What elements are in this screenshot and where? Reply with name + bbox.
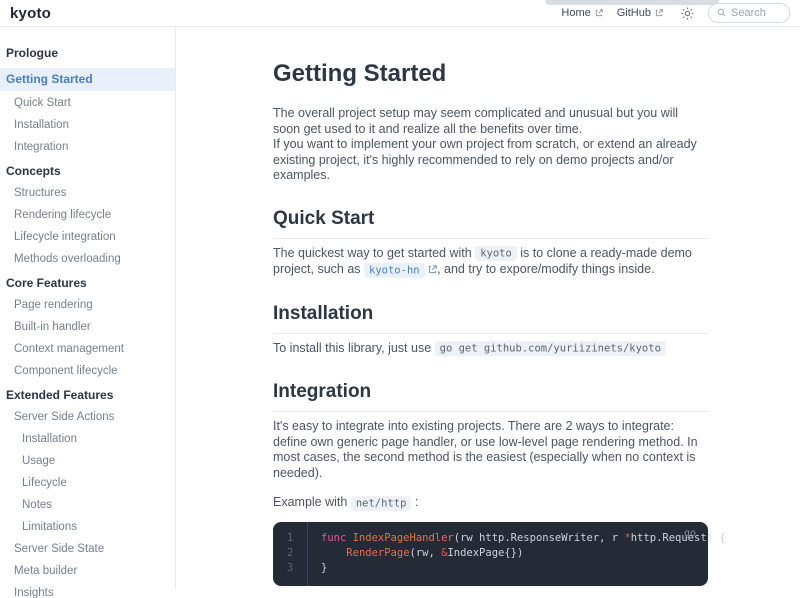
code-line: 2 RenderPage(rw, &IndexPage{}) [273, 546, 708, 561]
example-label: Example with net/http : [273, 495, 708, 512]
external-link-icon [595, 9, 603, 17]
nav-link-github-label: GitHub [617, 7, 651, 19]
line-number: 3 [273, 561, 307, 576]
sidebar-item[interactable]: Getting Started [0, 68, 175, 91]
inline-code: net/http [351, 496, 412, 511]
sidebar-item[interactable]: Meta builder [0, 562, 175, 581]
page-title: Getting Started [273, 60, 708, 88]
theme-toggle-sun-icon[interactable] [681, 7, 694, 20]
code-line: 1func IndexPageHandler(rw http.ResponseW… [273, 531, 708, 546]
sidebar-item[interactable]: Component lifecycle [0, 362, 175, 381]
section-heading-quick-start: Quick Start [273, 208, 708, 239]
sidebar-item[interactable]: Extended Features [0, 386, 175, 405]
installation-paragraph: To install this library, just use go get… [273, 341, 708, 358]
nav-link-home[interactable]: Home [561, 7, 602, 19]
sidebar-item[interactable]: Context management [0, 340, 175, 359]
search-box[interactable] [708, 3, 790, 23]
line-number: 2 [273, 546, 307, 561]
sidebar: Prologue Getting Started Quick Start Instal… [0, 27, 176, 590]
gutter-separator [307, 522, 308, 586]
sidebar-item[interactable]: Notes [0, 496, 175, 515]
sidebar-item[interactable]: Rendering lifecycle [0, 206, 175, 225]
code-line: 3} [273, 561, 708, 576]
sidebar-item[interactable]: Server Side State [0, 540, 175, 559]
sidebar-item[interactable]: Prologue [0, 44, 175, 63]
code-lang-badge: go [684, 528, 696, 539]
code-block-nethttp: go1func IndexPageHandler(rw http.Respons… [273, 522, 708, 586]
app-window: kyoto Home GitHub [0, 0, 800, 598]
search-input[interactable] [731, 7, 781, 19]
nav-link-home-label: Home [561, 7, 590, 19]
inline-code: go get github.com/yuriizinets/kyoto [435, 341, 666, 356]
sidebar-item[interactable]: Core Features [0, 274, 175, 293]
sidebar-item[interactable]: Installation [0, 116, 175, 135]
sidebar-item[interactable]: Limitations [0, 518, 175, 537]
sidebar-nav: Prologue Getting Started Quick Start Instal… [0, 44, 175, 598]
sidebar-item[interactable]: Methods overloading [0, 250, 175, 269]
sidebar-item[interactable]: Usage [0, 452, 175, 471]
sidebar-item[interactable]: Installation [0, 430, 175, 449]
main-content: Getting Started The overall project setu… [176, 27, 800, 598]
sidebar-item[interactable]: Insights [0, 584, 175, 598]
sidebar-item[interactable]: Lifecycle integration [0, 228, 175, 247]
search-icon [717, 4, 726, 22]
scroll-overlay-pill [545, 0, 719, 5]
intro-paragraph: The overall project setup may seem compl… [273, 106, 708, 137]
nav-link-github[interactable]: GitHub [617, 7, 663, 19]
header-nav: Home GitHub [561, 3, 790, 23]
section-heading-installation: Installation [273, 303, 708, 334]
external-link-icon [655, 9, 663, 17]
quick-start-paragraph: The quickest way to get started with kyo… [273, 246, 708, 279]
intro-paragraph: If you want to implement your own projec… [273, 137, 708, 184]
line-number: 1 [273, 531, 307, 546]
section-heading-integration: Integration [273, 381, 708, 412]
sidebar-item[interactable]: Built-in handler [0, 318, 175, 337]
inline-code-link[interactable]: kyoto-hn [364, 263, 425, 278]
external-link-icon[interactable] [428, 265, 437, 274]
sidebar-item[interactable]: Page rendering [0, 296, 175, 315]
site-logo[interactable]: kyoto [10, 5, 51, 22]
sidebar-item[interactable]: Server Side Actions [0, 408, 175, 427]
sidebar-item[interactable]: Integration [0, 138, 175, 157]
inline-code: kyoto [475, 246, 517, 261]
sidebar-item[interactable]: Lifecycle [0, 474, 175, 493]
sidebar-item[interactable]: Quick Start [0, 94, 175, 113]
sidebar-item[interactable]: Concepts [0, 162, 175, 181]
sidebar-item[interactable]: Structures [0, 184, 175, 203]
integration-paragraph: It's easy to integrate into existing pro… [273, 419, 708, 481]
